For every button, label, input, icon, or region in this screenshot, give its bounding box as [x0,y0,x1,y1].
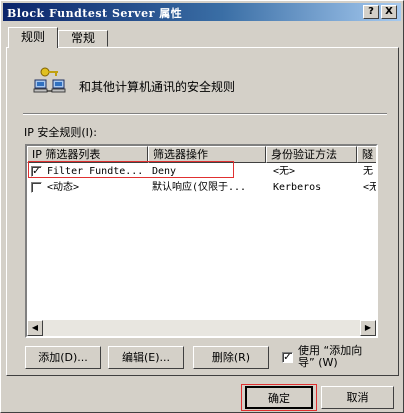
rules-description: 和其他计算机通讯的安全规则 [79,80,236,94]
rule-auth-method: Kerberos [273,182,322,193]
properties-dialog: Block Fundtest Server 属性 ? X 规则 常规 和其他计算… [0,0,404,413]
scroll-left-icon[interactable]: ◀ [27,320,43,336]
ip-security-rules-label: IP 安全规则(I): [24,126,97,139]
tab-rules-label: 规则 [20,30,45,44]
rules-list[interactable]: IP 筛选器列表 筛选器操作 身份验证方法 隧 ✓ Filter Fundte.… [25,144,378,338]
remove-button[interactable]: 删除(R) [193,346,269,369]
cancel-button[interactable]: 取消 [321,386,394,409]
column-header-filter-list[interactable]: IP 筛选器列表 [27,146,148,163]
network-key-icon [33,67,66,93]
tab-general[interactable]: 常规 [58,30,108,47]
column-header-filter-action[interactable]: 筛选器操作 [148,146,266,163]
horizontal-scrollbar[interactable]: ◀ ▶ [27,320,376,336]
rule-filter-action: 默认响应(仅限于... [152,182,247,193]
wizard-checkbox[interactable]: ✓ [282,352,293,363]
ok-button[interactable]: 确定 [245,386,313,409]
scroll-right-icon[interactable]: ▶ [360,320,376,336]
divider [23,113,387,115]
wizard-label-line2: 导” (W) [298,356,338,369]
table-row[interactable]: <动态> 默认响应(仅限于... Kerberos <无 [27,180,376,196]
rule-tunnel: 无 [363,166,373,177]
rule-filter-list: <动态> [47,182,80,193]
column-header-auth-method[interactable]: 身份验证方法 [266,146,357,163]
rule-tunnel: <无 [363,182,378,193]
help-button[interactable]: ? [363,5,379,19]
rule-filter-action: Deny [152,166,177,177]
window-title: Block Fundtest Server 属性 [7,7,183,20]
title-bar[interactable]: Block Fundtest Server 属性 ? X [3,3,401,21]
wizard-label: 使用 “添加向 导” (W) [298,345,362,369]
add-button[interactable]: 添加(D)... [25,346,101,369]
close-button[interactable]: X [381,5,397,19]
rule-checkbox[interactable] [31,182,42,193]
table-row[interactable]: ✓ Filter Fundte... Deny <无> 无 [27,164,376,180]
tab-rules[interactable]: 规则 [8,27,58,48]
rule-filter-list: Filter Fundte... [47,166,144,177]
rule-auth-method: <无> [273,166,296,177]
rule-checkbox[interactable]: ✓ [31,166,42,177]
column-header-tunnel[interactable]: 隧 [357,146,376,163]
edit-button[interactable]: 编辑(E)... [108,346,184,369]
tab-general-label: 常规 [70,31,95,45]
